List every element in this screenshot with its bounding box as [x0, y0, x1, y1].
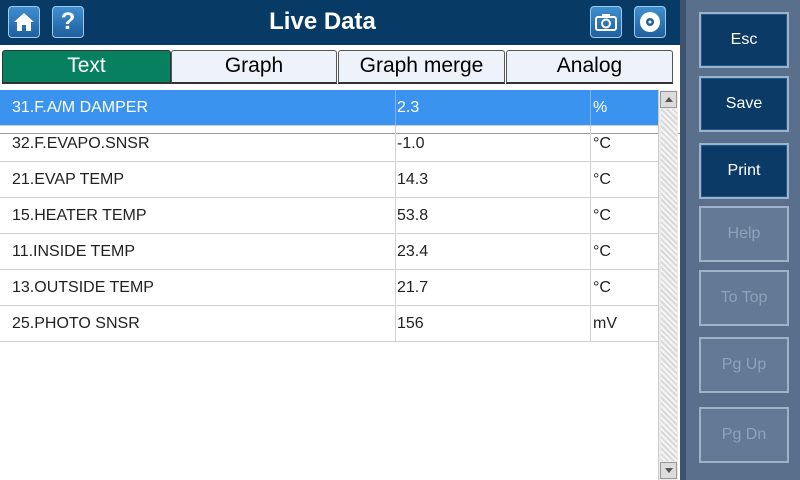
table-row[interactable]: 32.F.EVAPO.SNSR -1.0 °C [0, 126, 658, 162]
parameter-value: 14.3 [395, 162, 590, 198]
tab-text[interactable]: Text [2, 50, 171, 84]
page-down-button[interactable]: Pg Dn [699, 407, 789, 463]
parameter-name: 11.INSIDE TEMP [12, 243, 135, 260]
parameter-name: 32.F.EVAPO.SNSR [12, 135, 150, 152]
parameter-unit: °C [590, 126, 658, 162]
table-row[interactable]: 11.INSIDE TEMP 23.4 °C [0, 234, 658, 270]
table-row[interactable]: 15.HEATER TEMP 53.8 °C [0, 198, 658, 234]
parameter-unit: °C [590, 234, 658, 270]
to-top-button[interactable]: To Top [699, 270, 789, 326]
disc-icon [640, 12, 660, 32]
scroll-up-button[interactable] [660, 91, 677, 108]
parameter-unit: mV [590, 306, 658, 342]
table-row[interactable]: 13.OUTSIDE TEMP 21.7 °C [0, 270, 658, 306]
parameter-name: 13.OUTSIDE TEMP [12, 279, 154, 296]
table-row[interactable]: 31.F.A/M DAMPER 2.3 % [0, 90, 658, 126]
tab-graph-merge[interactable]: Graph merge [338, 50, 505, 84]
live-data-table: 31.F.A/M DAMPER 2.3 % 32.F.EVAPO.SNSR -1… [0, 90, 658, 480]
tab-bar: Text Graph Graph merge Analog [0, 45, 680, 134]
parameter-value: 21.7 [395, 270, 590, 306]
help-icon: ? [60, 8, 76, 35]
print-button[interactable]: Print [699, 143, 789, 199]
table-row[interactable]: 25.PHOTO SNSR 156 mV [0, 306, 658, 342]
scroll-down-button[interactable] [660, 462, 677, 479]
vertical-scrollbar[interactable] [658, 90, 678, 480]
parameter-value: -1.0 [395, 126, 590, 162]
home-button[interactable] [8, 6, 40, 38]
record-button[interactable] [634, 6, 666, 38]
table-row[interactable]: 21.EVAP TEMP 14.3 °C [0, 162, 658, 198]
parameter-name: 21.EVAP TEMP [12, 171, 125, 188]
camera-button[interactable] [590, 6, 622, 38]
page-title: Live Data [269, 8, 376, 35]
arrow-down-icon [665, 468, 673, 473]
page-up-button[interactable]: Pg Up [699, 337, 789, 393]
help-side-button[interactable]: Help [699, 206, 789, 262]
scroll-track[interactable] [661, 109, 677, 461]
parameter-value: 53.8 [395, 198, 590, 234]
parameter-value: 2.3 [395, 90, 590, 126]
live-data-panel: ? Live Data Text Graph Graph merge Analo… [0, 0, 680, 480]
parameter-value: 23.4 [395, 234, 590, 270]
parameter-name: 31.F.A/M DAMPER [12, 99, 149, 116]
help-button[interactable]: ? [52, 6, 84, 38]
esc-button[interactable]: Esc [699, 12, 789, 68]
camera-icon [595, 14, 617, 31]
parameter-unit: % [590, 90, 658, 126]
parameter-unit: °C [590, 162, 658, 198]
parameter-unit: °C [590, 198, 658, 234]
tab-graph[interactable]: Graph [171, 50, 337, 84]
parameter-unit: °C [590, 270, 658, 306]
home-icon [14, 13, 34, 31]
parameter-name: 15.HEATER TEMP [12, 207, 147, 224]
parameter-name: 25.PHOTO SNSR [12, 315, 140, 332]
side-button-panel: Esc Save Print Help To Top Pg Up Pg Dn [680, 0, 800, 480]
save-button[interactable]: Save [699, 76, 789, 132]
arrow-up-icon [665, 97, 673, 102]
parameter-value: 156 [395, 306, 590, 342]
title-bar: ? Live Data [0, 0, 680, 45]
tab-analog[interactable]: Analog [506, 50, 673, 84]
